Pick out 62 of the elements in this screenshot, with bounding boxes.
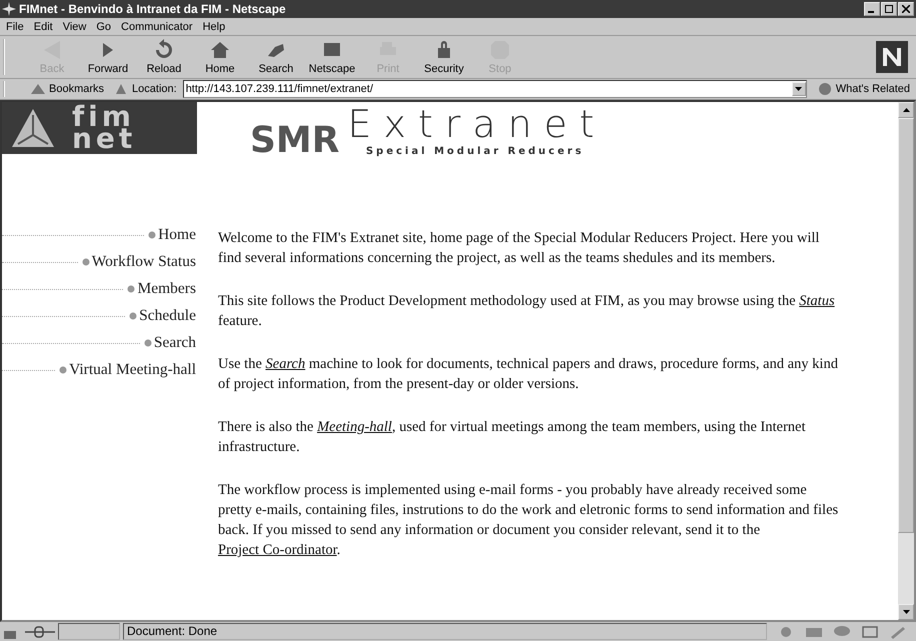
bullet-icon	[82, 258, 90, 266]
caret-icon	[795, 87, 802, 91]
vertical-scrollbar[interactable]	[898, 102, 914, 620]
home-icon	[209, 39, 231, 61]
paragraph: There is also the Meeting-hall, used for virtual meetings among the team members, using the Internet infrastructure.	[218, 418, 807, 457]
status-text: Document: Done	[123, 623, 767, 640]
star-icon	[2, 2, 16, 16]
plug-icon	[25, 624, 55, 638]
toolbar-button[interactable]: Netscape	[304, 39, 360, 75]
text-link[interactable]: Meeting-hall	[317, 419, 392, 435]
reload-icon	[153, 39, 175, 61]
toolbar-button[interactable]: Home	[192, 39, 248, 75]
menu-item[interactable]: File	[2, 20, 28, 32]
nav-link[interactable]: Home	[158, 226, 196, 244]
location-label: Location:	[132, 83, 177, 95]
banner-subtitle: Special Modular Reducers	[364, 145, 586, 159]
menu-item[interactable]: Edit	[30, 20, 57, 32]
menu-item[interactable]: View	[58, 20, 90, 32]
scroll-up-button[interactable]	[898, 102, 914, 118]
maximize-icon	[885, 5, 893, 13]
text-link[interactable]: Project Co-ordinator	[218, 542, 337, 558]
throbber-logo	[876, 41, 908, 73]
close-icon	[902, 5, 910, 13]
bullet-icon	[129, 312, 138, 320]
fimnet-logo: fim net	[2, 102, 197, 154]
window-title: FIMnet - Benvindo à Intranet da FIM - Netscape	[19, 2, 287, 16]
nav-link[interactable]: Schedule	[139, 307, 196, 325]
progress-panel	[58, 623, 120, 640]
toolbar-button[interactable]: Forward	[80, 39, 136, 75]
close-button[interactable]	[898, 2, 914, 16]
scroll-down-button[interactable]	[898, 604, 914, 620]
bullet-icon	[144, 339, 152, 347]
down-arrow-icon	[902, 610, 910, 614]
dropdown-button[interactable]	[792, 82, 806, 96]
maximize-button[interactable]	[881, 2, 897, 16]
url-field[interactable]: http://143.107.239.111/fimnet/extranet/	[182, 80, 807, 98]
toolbar-button[interactable]: Security	[416, 39, 472, 75]
smr-logo: SMR	[250, 120, 340, 162]
text-link[interactable]: Search	[266, 356, 306, 372]
paragraph: The workflow process is implemented using e-mail forms - you probably have already received some pretty e-mails, containing files, instrutions to do the work and eletronic forms to send information and files back. If you missed to send any information or document you consider relevant, send it to the Project Co-ordinator.	[218, 481, 840, 560]
nav-link[interactable]: Members	[137, 280, 196, 298]
banner-title: Extranet	[347, 106, 606, 142]
menu-item[interactable]: Go	[92, 20, 116, 32]
text-link[interactable]: Status	[799, 293, 835, 309]
scroll-thumb[interactable]	[898, 118, 914, 533]
minimize-button[interactable]	[864, 2, 880, 16]
toolbar-button[interactable]: Reload	[136, 39, 192, 75]
bullet-icon	[127, 285, 136, 293]
paragraph: Use the Search machine to look for documents, technical papers and draws, procedure forms, and any kind of project information, from the present-day or older versions.	[218, 355, 839, 394]
paragraph: Welcome to the FIM's Extranet site, home page of the Special Modular Reducers Project. Here you will find several informations concerning the project, as well as the teams shedules and its members.	[218, 229, 820, 268]
menu-item[interactable]: Help	[198, 20, 230, 32]
paragraph: This site follows the Product Development methodology used at FIM, as you may browse using the Status feature.	[218, 292, 836, 331]
bullet-icon	[59, 366, 68, 374]
nav-link[interactable]: Search	[154, 334, 196, 352]
up-arrow-icon	[902, 108, 910, 112]
nav-link[interactable]: Virtual Meeting-hall	[69, 361, 196, 379]
nav-link[interactable]: Workflow Status	[92, 253, 196, 271]
bullet-icon	[148, 231, 156, 239]
whats-related-button[interactable]: What's Related	[810, 82, 916, 96]
bookmarks-button[interactable]: Bookmarks	[24, 82, 110, 96]
menu-item[interactable]: Communicator	[117, 20, 197, 32]
toolbar-button[interactable]: Search	[248, 39, 304, 75]
